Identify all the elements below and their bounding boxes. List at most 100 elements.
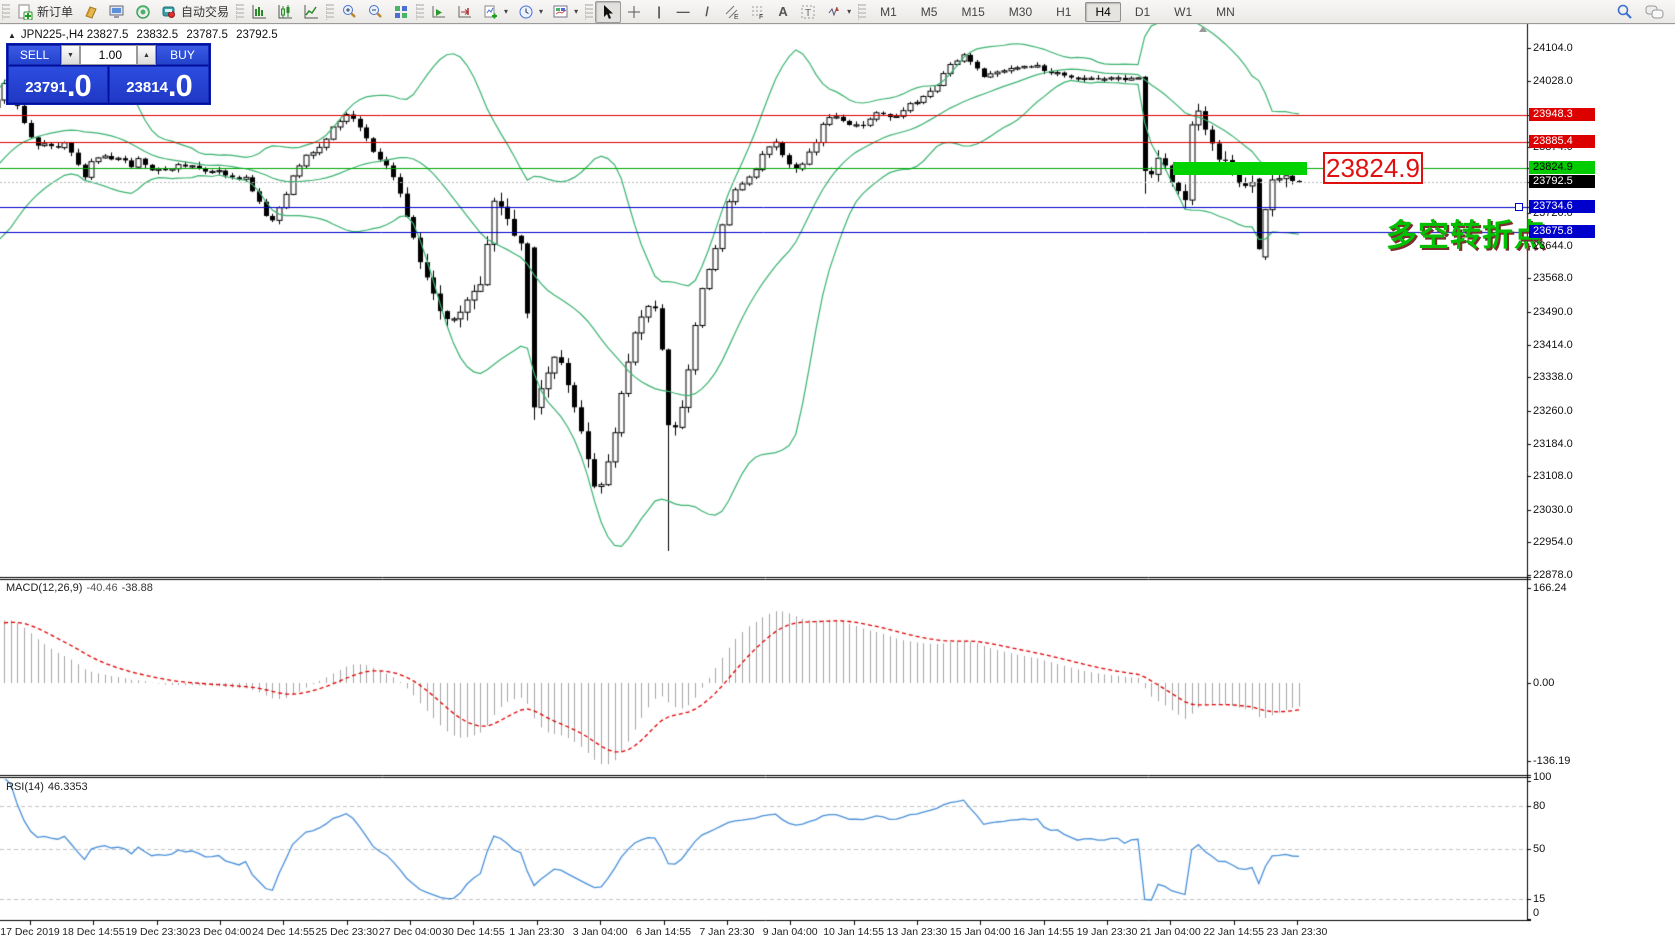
horizontal-line-icon: — <box>676 4 690 20</box>
toolbar-grip <box>236 4 244 20</box>
timeframe-M1[interactable]: M1 <box>870 2 907 22</box>
new-order-button[interactable]: 新订单 <box>12 1 78 23</box>
timeframe-M5[interactable]: M5 <box>911 2 948 22</box>
arrow-objects-icon <box>826 4 842 20</box>
text-tool-button[interactable]: A <box>771 1 795 23</box>
new-chart-button[interactable]: ▾ <box>478 1 513 23</box>
zoom-out-button[interactable] <box>362 1 388 23</box>
terminal-icon <box>109 4 125 20</box>
price-level-label[interactable]: 23948.3 <box>1529 108 1595 121</box>
price-level-label[interactable]: 23885.4 <box>1529 135 1595 148</box>
buy-button[interactable]: BUY <box>156 45 209 65</box>
news-signal-button[interactable] <box>130 1 156 23</box>
timeframe-group: M1M5M15M30H1H4D1W1MN <box>868 5 1247 19</box>
arrows-tool-button[interactable]: ▾ <box>821 1 856 23</box>
dropdown-caret-icon: ▾ <box>574 7 578 16</box>
cursor-tool-button[interactable] <box>595 1 621 23</box>
terminal-button[interactable] <box>104 1 130 23</box>
indicators-button[interactable]: ▾ <box>548 1 583 23</box>
candlestick-icon <box>277 4 293 20</box>
zoom-in-icon <box>341 4 357 20</box>
dropdown-caret-icon: ▾ <box>504 7 508 16</box>
price-level-label[interactable]: 23792.5 <box>1529 175 1595 188</box>
period-presets-button[interactable]: ▾ <box>513 1 548 23</box>
chart-shift-icon <box>457 4 473 20</box>
sell-button[interactable]: SELL <box>8 45 61 65</box>
indicators-icon <box>553 4 569 20</box>
market-watch-icon <box>83 4 99 20</box>
new-order-label: 新订单 <box>37 3 73 20</box>
chat-icon[interactable] <box>1645 4 1665 20</box>
autotrading-icon <box>161 4 177 20</box>
chart-shift-marker[interactable] <box>1199 26 1207 32</box>
search-icon[interactable] <box>1616 3 1633 20</box>
volume-decrease-button[interactable]: ▼ <box>61 45 80 65</box>
line-chart-mode-button[interactable] <box>298 1 324 23</box>
signal-icon <box>135 4 151 20</box>
price-level-label[interactable]: 23824.9 <box>1529 161 1595 174</box>
candlestick-mode-button[interactable] <box>272 1 298 23</box>
volume-input[interactable]: 1.00 <box>80 45 137 65</box>
one-click-trading-panel: SELL ▼ 1.00 ▲ BUY 23791.0 23814.0 <box>7 44 210 104</box>
price-level-label[interactable]: 23734.6 <box>1529 200 1595 213</box>
auto-scroll-icon <box>431 4 447 20</box>
sell-price-int: 23791 <box>25 75 67 101</box>
timeframe-MN[interactable]: MN <box>1206 2 1245 22</box>
timeframe-D1[interactable]: D1 <box>1125 2 1160 22</box>
volume-increase-button[interactable]: ▲ <box>137 45 156 65</box>
hline-selection-handle[interactable] <box>1515 203 1523 211</box>
chinese-annotation[interactable]: 多空转折点 <box>1386 210 1546 255</box>
toolbar-right-group <box>1616 3 1665 20</box>
svg-text:E: E <box>734 14 739 20</box>
timeframe-H4[interactable]: H4 <box>1085 2 1120 22</box>
main-toolbar: 新订单 自动交易 <box>0 0 1675 24</box>
chart-shift-button[interactable] <box>452 1 478 23</box>
fibonacci-icon: F <box>750 4 766 20</box>
buy-price-button[interactable]: 23814.0 <box>109 66 209 103</box>
channel-tool-button[interactable]: E <box>719 1 745 23</box>
dropdown-caret-icon: ▾ <box>539 7 543 16</box>
highlight-rectangle-object[interactable] <box>1173 162 1307 175</box>
zoom-in-button[interactable] <box>336 1 362 23</box>
tile-windows-icon <box>393 4 409 20</box>
text-label-icon: T <box>800 4 816 20</box>
fibonacci-tool-button[interactable]: F <box>745 1 771 23</box>
trendline-icon: / <box>700 4 714 20</box>
tile-windows-button[interactable] <box>388 1 414 23</box>
bar-chart-mode-button[interactable] <box>246 1 272 23</box>
cursor-icon <box>600 4 616 20</box>
auto-scroll-button[interactable] <box>426 1 452 23</box>
buy-price-int: 23814 <box>126 75 168 101</box>
text-label-tool-button[interactable]: T <box>795 1 821 23</box>
toolbar-grip <box>585 4 593 20</box>
market-watch-button[interactable] <box>78 1 104 23</box>
trading-terminal-window: 新订单 自动交易 <box>0 0 1675 946</box>
svg-text:T: T <box>805 8 811 19</box>
vertical-line-icon: | <box>652 4 666 20</box>
timeframe-M15[interactable]: M15 <box>951 2 994 22</box>
toolbar-grip <box>2 4 10 20</box>
vertical-line-tool-button[interactable]: | <box>647 1 671 23</box>
new-chart-icon <box>483 4 499 20</box>
crosshair-tool-button[interactable] <box>621 1 647 23</box>
dropdown-caret-icon: ▾ <box>847 7 851 16</box>
svg-text:F: F <box>759 14 763 20</box>
buy-price-frac: .0 <box>168 70 192 101</box>
trendline-tool-button[interactable]: / <box>695 1 719 23</box>
equidistant-channel-icon: E <box>724 4 740 20</box>
timeframe-M30[interactable]: M30 <box>999 2 1042 22</box>
crosshair-icon <box>626 4 642 20</box>
autotrading-label: 自动交易 <box>181 3 229 20</box>
new-order-icon <box>17 4 33 20</box>
collapse-icon[interactable]: ▲ <box>8 31 16 40</box>
price-level-label[interactable]: 23675.8 <box>1529 225 1595 238</box>
text-tool-icon: A <box>776 4 790 20</box>
price-tag-label[interactable]: 23824.9 <box>1323 152 1423 184</box>
autotrading-button[interactable]: 自动交易 <box>156 1 234 23</box>
timeframe-W1[interactable]: W1 <box>1164 2 1202 22</box>
sell-price-button[interactable]: 23791.0 <box>8 66 108 103</box>
horizontal-line-tool-button[interactable]: — <box>671 1 695 23</box>
timeframe-H1[interactable]: H1 <box>1046 2 1081 22</box>
clock-icon <box>518 4 534 20</box>
price-chart-canvas[interactable] <box>0 0 1675 946</box>
